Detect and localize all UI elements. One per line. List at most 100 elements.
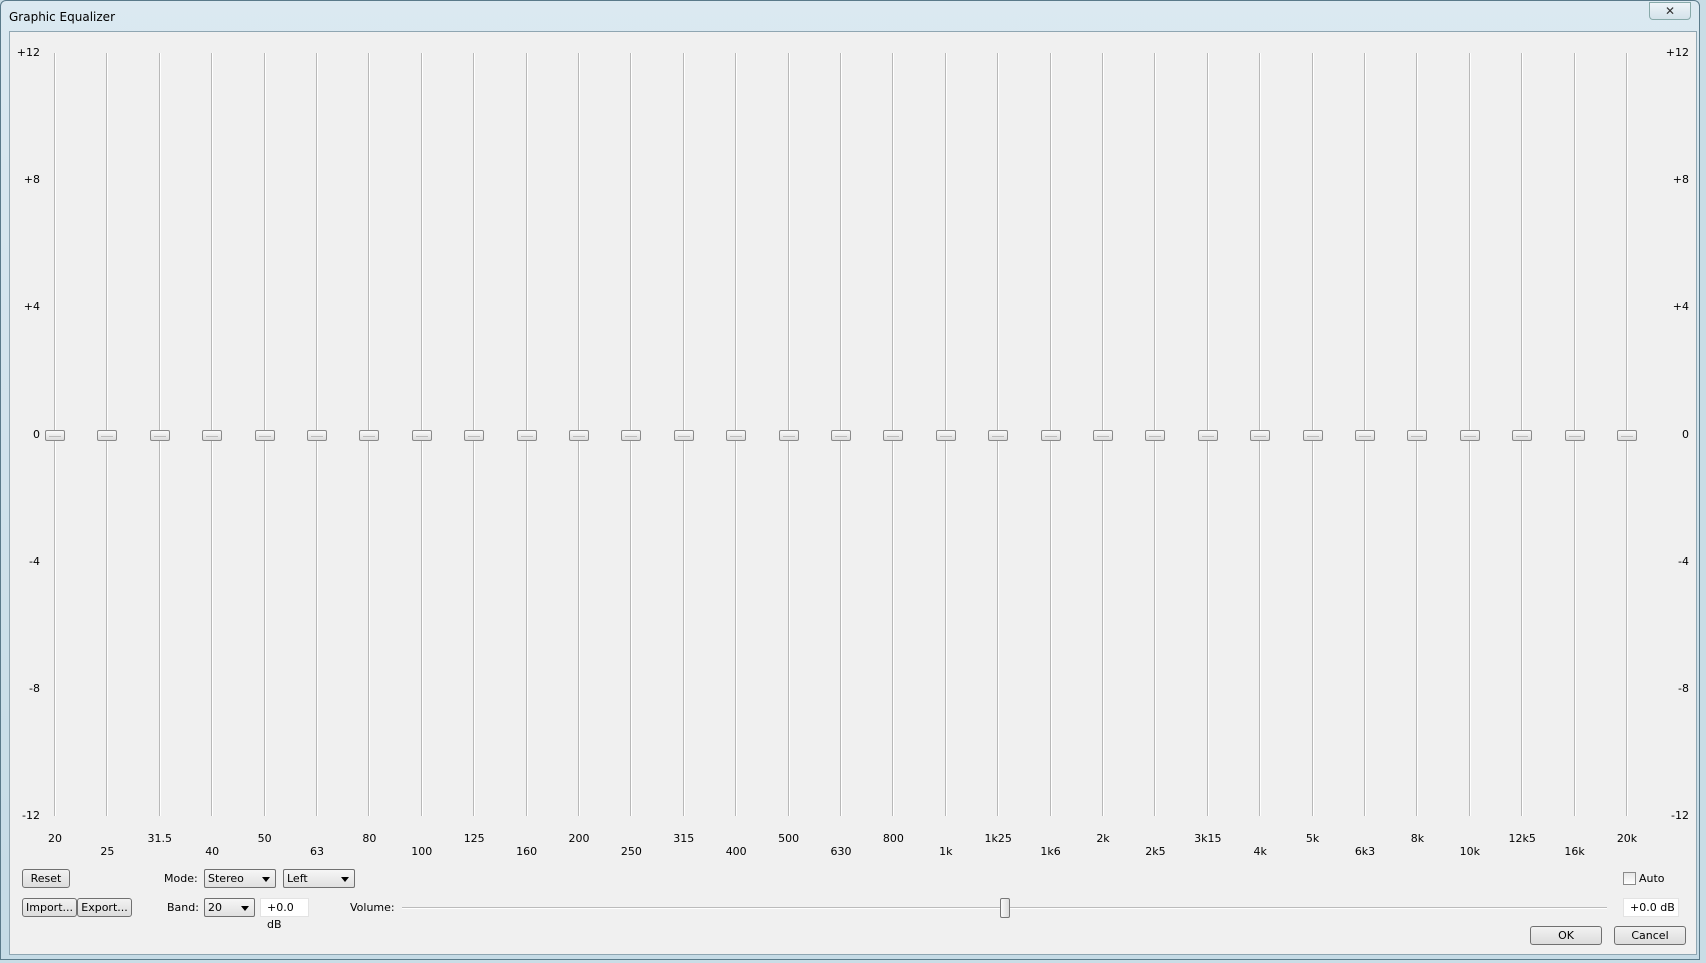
band-select[interactable]: 20 (204, 898, 255, 917)
band-label: 1k25 (984, 832, 1012, 845)
band-label: Band: (167, 901, 199, 914)
axis-label-right: +12 (1665, 46, 1689, 59)
band-slider-thumb[interactable] (621, 429, 642, 441)
band-slider-thumb[interactable] (778, 429, 799, 441)
band-slider-thumb[interactable] (1145, 429, 1166, 441)
band-label: 400 (725, 845, 747, 858)
band-label: 630 (830, 845, 852, 858)
band-label: 3k15 (1194, 832, 1222, 845)
band-slider-thumb[interactable] (149, 429, 170, 441)
band-slider-thumb[interactable] (202, 429, 223, 441)
band-slider-thumb[interactable] (569, 429, 589, 441)
band-label: 25 (100, 845, 115, 858)
band-label: 6k3 (1354, 845, 1376, 858)
band-slider-thumb[interactable] (726, 429, 747, 441)
window-title: Graphic Equalizer (9, 10, 115, 24)
chevron-down-icon (241, 906, 249, 911)
band-gain-field[interactable]: +0.0 dB (260, 898, 309, 931)
axis-label-left: -4 (29, 554, 40, 568)
cancel-button[interactable]: Cancel (1614, 926, 1686, 945)
band-slider-thumb[interactable] (1407, 429, 1428, 441)
reset-button[interactable]: Reset (22, 869, 70, 888)
band-slider-thumb[interactable] (988, 429, 1009, 441)
axis-label-right: +8 (1672, 173, 1689, 187)
band-value: 20 (208, 901, 222, 914)
band-slider-thumb[interactable] (1355, 429, 1375, 441)
auto-checkbox[interactable] (1623, 872, 1636, 885)
band-label: 800 (882, 832, 904, 845)
band-label: 100 (411, 845, 433, 858)
axis-label-right: -4 (1678, 554, 1689, 568)
band-slider-thumb[interactable] (1250, 429, 1271, 441)
ok-button[interactable]: OK (1530, 926, 1602, 945)
chevron-down-icon (341, 877, 349, 882)
band-label: 125 (463, 832, 485, 845)
band-slider-thumb[interactable] (411, 429, 432, 441)
band-label: 2k (1096, 832, 1110, 845)
band-slider-thumb[interactable] (1040, 429, 1061, 441)
equalizer-panel: Reset Import... Export... Mode: Stereo L… (9, 31, 1697, 955)
channel-select[interactable]: Left (283, 869, 355, 888)
band-slider-thumb[interactable] (883, 429, 904, 441)
axis-label-right: -12 (1671, 809, 1689, 822)
band-label: 250 (620, 845, 642, 858)
axis-label-left: -12 (22, 809, 40, 822)
band-slider-thumb[interactable] (935, 429, 956, 441)
band-label: 10k (1459, 845, 1480, 858)
band-slider-thumb[interactable] (1512, 429, 1533, 441)
chevron-down-icon (262, 877, 270, 882)
band-label: 500 (778, 832, 800, 845)
band-slider-thumb[interactable] (673, 429, 694, 441)
axis-label-left: 0 (33, 427, 40, 441)
export-button[interactable]: Export... (77, 898, 132, 917)
band-label: 315 (673, 832, 695, 845)
band-label: 8k (1410, 832, 1425, 845)
band-slider-thumb[interactable] (359, 429, 380, 441)
band-label: 40 (205, 845, 220, 858)
mode-value: Stereo (208, 872, 244, 885)
band-label: 80 (362, 832, 377, 845)
band-label: 63 (310, 845, 324, 858)
close-icon[interactable]: ✕ (1649, 2, 1691, 20)
axis-label-right: +4 (1672, 300, 1689, 314)
band-slider-thumb[interactable] (1617, 429, 1637, 441)
band-slider-thumb[interactable] (1093, 429, 1113, 441)
band-label: 1k (939, 845, 953, 858)
axis-label-right: -8 (1678, 681, 1689, 695)
band-label: 12k5 (1508, 832, 1536, 845)
channel-value: Left (287, 872, 308, 885)
axis-label-left: +8 (23, 173, 40, 187)
band-label: 4k (1253, 845, 1267, 858)
equalizer-window: Graphic Equalizer ✕ Reset Import... Expo… (0, 0, 1700, 960)
band-label: 31.5 (147, 832, 173, 845)
band-label: 16k (1564, 845, 1585, 858)
band-slider-thumb[interactable] (254, 429, 275, 441)
band-label: 160 (516, 845, 538, 858)
band-label: 50 (257, 832, 272, 845)
band-slider-thumb[interactable] (1302, 429, 1323, 441)
band-slider-thumb[interactable] (1564, 429, 1585, 441)
band-label: 5k (1305, 832, 1320, 845)
band-label: 200 (568, 832, 590, 845)
mode-select[interactable]: Stereo (204, 869, 276, 888)
band-label: 1k6 (1040, 845, 1061, 858)
volume-slider-thumb[interactable] (999, 898, 1010, 918)
axis-label-left: +4 (23, 300, 40, 314)
band-label: 20 (48, 832, 62, 845)
band-label: 20k (1616, 832, 1638, 845)
axis-label-left: -8 (29, 681, 40, 695)
volume-label: Volume: (350, 901, 395, 914)
band-slider-thumb[interactable] (307, 429, 327, 441)
volume-value-field[interactable]: +0.0 dB (1623, 898, 1679, 917)
axis-label-right: 0 (1682, 427, 1689, 441)
band-label: 2k5 (1145, 845, 1166, 858)
import-button[interactable]: Import... (22, 898, 77, 917)
band-slider-thumb[interactable] (1459, 429, 1480, 441)
band-slider-thumb[interactable] (97, 429, 118, 441)
band-slider-thumb[interactable] (45, 429, 65, 441)
band-slider-thumb[interactable] (1197, 429, 1218, 441)
band-slider-thumb[interactable] (831, 429, 851, 441)
auto-label: Auto (1639, 872, 1665, 885)
band-slider-thumb[interactable] (516, 429, 537, 441)
band-slider-thumb[interactable] (464, 429, 485, 441)
